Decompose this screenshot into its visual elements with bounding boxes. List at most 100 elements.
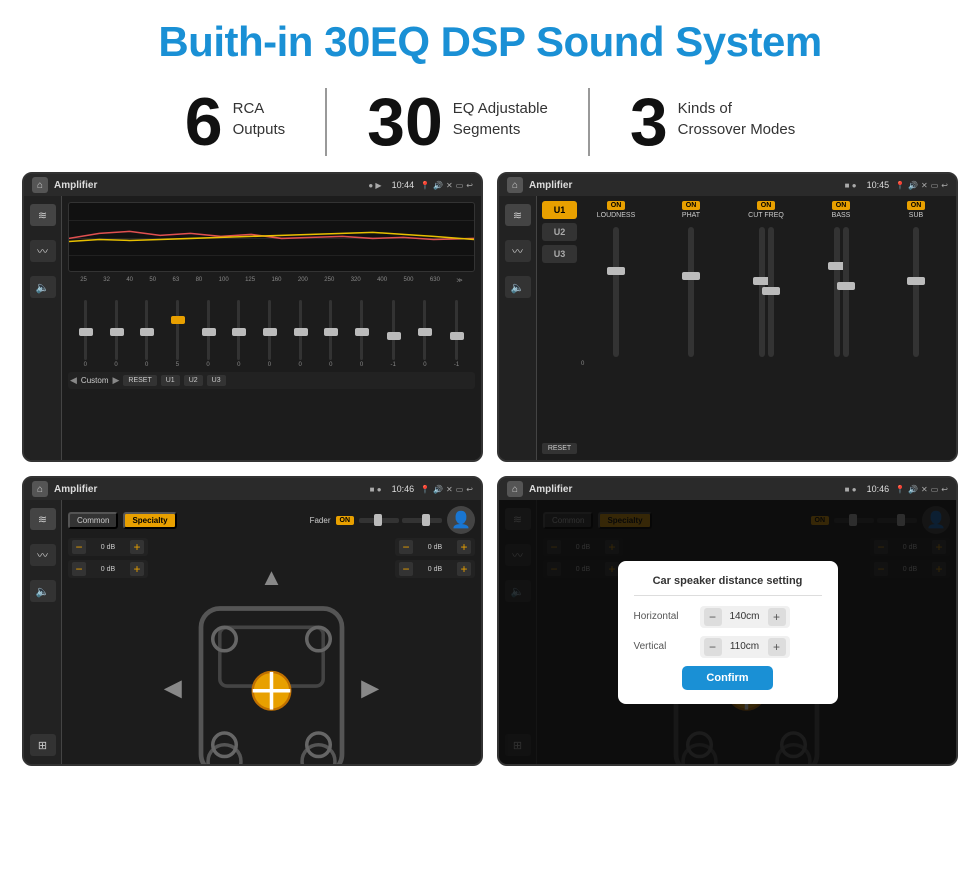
db-row-fl: − 0 dB + <box>68 538 148 556</box>
home-icon-4[interactable] <box>507 481 523 497</box>
eq-slider-0[interactable]: 0 <box>84 300 87 368</box>
eq-slider-9[interactable]: 0 <box>360 300 363 368</box>
cross-sub: ON SUB <box>881 201 951 455</box>
eq-graph <box>68 202 475 272</box>
status-dots-3: ■ ● <box>370 485 382 494</box>
back-icon: ↩ <box>466 181 473 190</box>
cutfreq-g-slider[interactable] <box>768 227 774 357</box>
confirm-button[interactable]: Confirm <box>682 666 772 690</box>
on-badge-cutfreq[interactable]: ON <box>757 201 776 210</box>
bass-f-slider[interactable] <box>834 227 840 357</box>
status-bar-4: Amplifier ■ ● 10:46 📍 🔊 ✕ ▭ ↩ <box>499 478 956 500</box>
home-icon[interactable] <box>32 177 48 193</box>
db-plus-fr[interactable]: + <box>457 540 471 554</box>
crossover-content: U1 U2 U3 RESET ON LOUDNESS <box>537 196 956 460</box>
reset-btn-1[interactable]: RESET <box>123 375 156 386</box>
sidebar-speaker-icon-3[interactable]: 🔈 <box>30 580 56 602</box>
prev-icon[interactable]: ◀ <box>70 375 77 386</box>
eq-slider-4[interactable]: 0 <box>206 300 209 368</box>
fader-sliders-h <box>359 518 442 523</box>
left-sidebar-1: ≋ 〰 🔈 <box>24 196 62 460</box>
screen-inner-2: ≋ 〰 🔈 U1 U2 U3 RESET ON LOUDNESS <box>499 196 956 460</box>
reset-btn-2[interactable]: RESET <box>542 443 577 454</box>
db-minus-fr2[interactable]: − <box>399 562 413 576</box>
location-icon: 📍 <box>420 181 430 190</box>
fader-on-badge[interactable]: ON <box>336 516 355 525</box>
home-icon-2[interactable] <box>507 177 523 193</box>
u1-btn-1[interactable]: U1 <box>161 375 180 386</box>
phat-slider[interactable] <box>688 227 694 357</box>
sidebar-eq-icon-2[interactable]: ≋ <box>505 204 531 226</box>
page-title: Buith-in 30EQ DSP Sound System <box>0 0 980 80</box>
horizontal-value: 140cm <box>726 611 764 622</box>
eq-slider-6[interactable]: 0 <box>268 300 271 368</box>
horizontal-label: Horizontal <box>634 611 694 622</box>
fader-content: Common Specialty Fader ON 👤 − <box>62 500 481 764</box>
u2-preset[interactable]: U2 <box>542 223 577 241</box>
tab-common[interactable]: Common <box>68 512 118 529</box>
db-plus-fl[interactable]: + <box>130 540 144 554</box>
eq-slider-7[interactable]: 0 <box>298 300 301 368</box>
cross-loudness: ON LOUDNESS 0 <box>581 201 651 455</box>
sidebar-speaker-icon[interactable]: 🔈 <box>30 276 56 298</box>
eq-slider-11[interactable]: 0 <box>423 300 426 368</box>
vertical-minus-btn[interactable]: − <box>704 638 722 656</box>
screen-distance: Amplifier ■ ● 10:46 📍 🔊 ✕ ▭ ↩ ≋ 〰 🔈 ⊞ Co… <box>497 476 958 766</box>
u3-preset[interactable]: U3 <box>542 245 577 263</box>
u2-btn-1[interactable]: U2 <box>184 375 203 386</box>
db-minus-fr[interactable]: − <box>399 540 413 554</box>
next-icon[interactable]: ▶ <box>112 375 119 386</box>
sidebar-eq-icon[interactable]: ≋ <box>30 204 56 226</box>
sidebar-wave-icon[interactable]: 〰 <box>30 240 56 262</box>
eq-slider-3[interactable]: 5 <box>176 300 179 368</box>
u1-preset[interactable]: U1 <box>542 201 577 219</box>
distance-dialog: Car speaker distance setting Horizontal … <box>618 561 838 704</box>
sidebar-wave-icon-2[interactable]: 〰 <box>505 240 531 262</box>
sidebar-eq-icon-3[interactable]: ≋ <box>30 508 56 530</box>
stat-eq-text: EQ Adjustable Segments <box>453 88 548 140</box>
on-badge-sub[interactable]: ON <box>907 201 926 210</box>
app-name-4: Amplifier <box>529 484 839 495</box>
svg-text:◀: ◀ <box>164 674 183 700</box>
db-minus-fl[interactable]: − <box>72 540 86 554</box>
crossover-controls: ON LOUDNESS 0 ON P <box>581 201 951 455</box>
vertical-plus-btn[interactable]: + <box>768 638 786 656</box>
db-minus-fl2[interactable]: − <box>72 562 86 576</box>
eq-slider-12[interactable]: -1 <box>454 300 459 368</box>
bass-g-slider[interactable] <box>843 227 849 357</box>
stat-rca-number: 6 <box>185 88 223 156</box>
sub-slider[interactable] <box>913 227 919 357</box>
db-plus-fr2[interactable]: + <box>457 562 471 576</box>
screen-crossover: Amplifier ■ ● 10:45 📍 🔊 ✕ ▭ ↩ ≋ 〰 🔈 U1 U… <box>497 172 958 462</box>
tab-specialty[interactable]: Specialty <box>123 512 176 529</box>
fader-h-slider-2[interactable] <box>402 518 442 523</box>
eq-slider-10[interactable]: -1 <box>391 300 396 368</box>
on-badge-loudness[interactable]: ON <box>607 201 626 210</box>
db-plus-fl2[interactable]: + <box>130 562 144 576</box>
minimize-icon-2: ▭ <box>931 181 939 190</box>
stat-crossover: 3 Kinds of Crossover Modes <box>590 88 835 156</box>
loudness-slider[interactable] <box>613 227 619 357</box>
sidebar-wave-icon-3[interactable]: 〰 <box>30 544 56 566</box>
screen-fader: Amplifier ■ ● 10:46 📍 🔊 ✕ ▭ ↩ ≋ 〰 🔈 ⊞ Co… <box>22 476 483 766</box>
stats-row: 6 RCA Outputs 30 EQ Adjustable Segments … <box>0 80 980 172</box>
eq-content: 25 32 40 50 63 80 100 125 160 200 250 32… <box>62 196 481 460</box>
sidebar-speaker-icon-2[interactable]: 🔈 <box>505 276 531 298</box>
on-badge-bass[interactable]: ON <box>832 201 851 210</box>
minimize-icon-3: ▭ <box>456 485 464 494</box>
sidebar-bottom-icon-3[interactable]: ⊞ <box>30 734 56 756</box>
on-badge-phat[interactable]: ON <box>682 201 701 210</box>
eq-slider-5[interactable]: 0 <box>237 300 240 368</box>
home-icon-3[interactable] <box>32 481 48 497</box>
volume-icon-4: 🔊 <box>908 485 918 494</box>
fader-h-slider-1[interactable] <box>359 518 399 523</box>
eq-slider-1[interactable]: 0 <box>114 300 117 368</box>
u3-btn-1[interactable]: U3 <box>207 375 226 386</box>
status-bar-3: Amplifier ■ ● 10:46 📍 🔊 ✕ ▭ ↩ <box>24 478 481 500</box>
app-name-3: Amplifier <box>54 484 364 495</box>
eq-slider-2[interactable]: 0 <box>145 300 148 368</box>
horizontal-plus-btn[interactable]: + <box>768 608 786 626</box>
eq-slider-8[interactable]: 0 <box>329 300 332 368</box>
dialog-title: Car speaker distance setting <box>634 575 822 596</box>
horizontal-minus-btn[interactable]: − <box>704 608 722 626</box>
